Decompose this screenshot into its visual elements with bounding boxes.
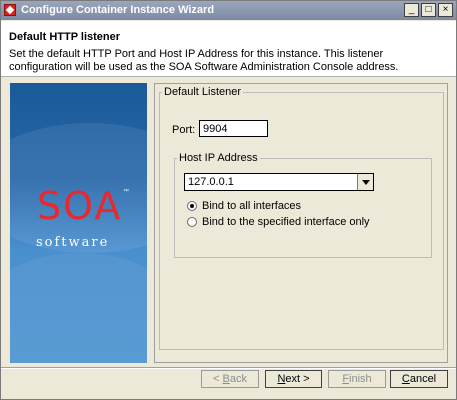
finish-label: inish [349,373,372,385]
host-ip-group: Host IP Address 127.0.0.1 Bind to all in… [174,152,432,258]
step-description: Set the default HTTP Port and Host IP Ad… [9,48,399,73]
brand-banner: SOA ™ software [10,83,147,363]
back-label: ack [229,373,247,385]
port-input[interactable] [199,120,268,137]
wizard-header: Default HTTP listener Set the default HT… [1,21,456,77]
port-label: Port: [172,124,196,136]
trademark-mark: ™ [123,189,129,195]
radio-bind-specific[interactable]: Bind to the specified interface only [187,216,370,228]
cancel-label: ancel [409,373,437,385]
radio-bind-all-indicator[interactable] [187,201,197,211]
minimize-button[interactable]: _ [404,3,419,17]
back-mnemonic: B [222,373,230,385]
default-listener-legend: Default Listener [162,86,244,98]
radio-bind-specific-indicator[interactable] [187,217,197,227]
wizard-window: Configure Container Instance Wizard _ □ … [0,0,457,400]
host-ip-legend: Host IP Address [177,152,260,164]
radio-bind-all[interactable]: Bind to all interfaces [187,200,301,212]
window-controls: _ □ × [404,3,453,17]
maximize-button[interactable]: □ [421,3,436,17]
host-ip-value: 127.0.0.1 [188,176,234,188]
radio-bind-all-label[interactable]: Bind to all interfaces [202,200,301,212]
cancel-mnemonic: C [401,373,410,385]
logo-subtitle: software [36,235,110,250]
close-button[interactable]: × [438,3,453,17]
soa-logo: SOA [37,184,123,228]
next-label: ext > [285,373,310,385]
footer-separator [1,367,456,369]
cancel-button[interactable]: Cancel [390,370,448,388]
window-title: Configure Container Instance Wizard [21,4,215,16]
radio-bind-specific-label[interactable]: Bind to the specified interface only [202,216,370,228]
finish-button[interactable]: Finish [328,370,386,388]
chevron-down-icon[interactable] [357,174,373,190]
wizard-content: Default Listener Port: Host IP Address 1… [154,83,448,363]
host-ip-select[interactable]: 127.0.0.1 [184,173,374,191]
step-title: Default HTTP listener [9,31,121,43]
back-prefix: < [213,373,223,385]
app-logo-icon [4,4,16,16]
next-button[interactable]: Next > [265,370,322,388]
default-listener-group: Default Listener Port: Host IP Address 1… [159,86,444,350]
back-button[interactable]: < Back [201,370,259,388]
title-bar[interactable]: Configure Container Instance Wizard _ □ … [1,1,456,20]
